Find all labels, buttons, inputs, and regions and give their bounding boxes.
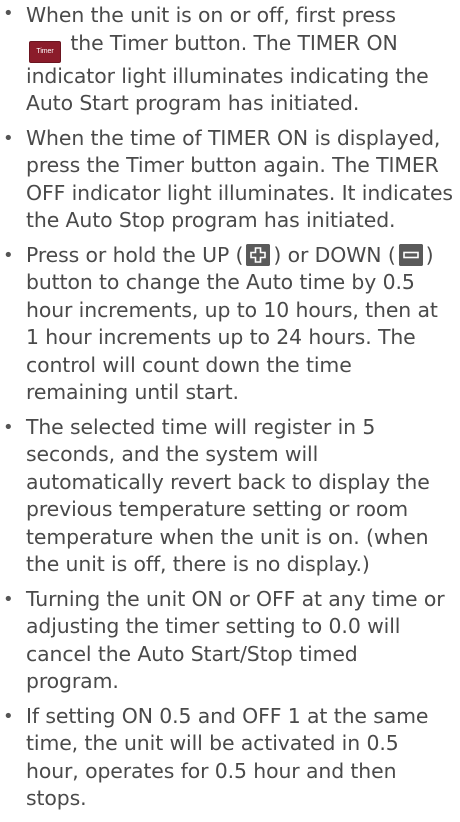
bullet-glyph: • (3, 588, 14, 610)
minus-icon (398, 243, 423, 266)
text-segment: Press or hold the UP ( (26, 242, 244, 267)
list-item-text: Press or hold the UP () or DOWN () butto… (26, 242, 454, 407)
list-item-text: When the time of TIMER ON is displayed, … (26, 125, 453, 233)
list-item-text: The selected time will register in 5 sec… (26, 414, 430, 577)
bullet-glyph: • (3, 3, 14, 24)
timer-instructions-list: • When the unit is on or off, first pres… (0, 0, 454, 813)
bullet-glyph: • (3, 127, 14, 149)
text-segment: ) or DOWN ( (273, 242, 396, 267)
bullet-glyph: • (3, 244, 14, 266)
plus-icon (246, 243, 271, 266)
list-item: • Turning the unit ON or OFF at any time… (0, 586, 454, 696)
text-segment: the Timer button. The TIMER ON indicator… (26, 30, 429, 116)
list-item-text: If setting ON 0.5 and OFF 1 at the same … (26, 703, 429, 811)
document-page: • When the unit is on or off, first pres… (0, 0, 460, 822)
list-item: • The selected time will register in 5 s… (0, 414, 454, 579)
timer-button-icon: Timer (29, 40, 61, 63)
list-item: • When the unit is on or off, first pres… (0, 0, 454, 118)
list-item: • When the time of TIMER ON is displayed… (0, 125, 454, 235)
list-item-text: Turning the unit ON or OFF at any time o… (26, 586, 445, 694)
list-item: • Press or hold the UP () or DOWN () but… (0, 242, 454, 407)
list-item: • If setting ON 0.5 and OFF 1 at the sam… (0, 703, 454, 813)
list-item-text: When the unit is on or off, first press T… (26, 0, 454, 118)
text-segment: When the unit is on or off, first press (26, 3, 396, 27)
bullet-glyph: • (3, 416, 14, 438)
bullet-glyph: • (3, 705, 14, 727)
